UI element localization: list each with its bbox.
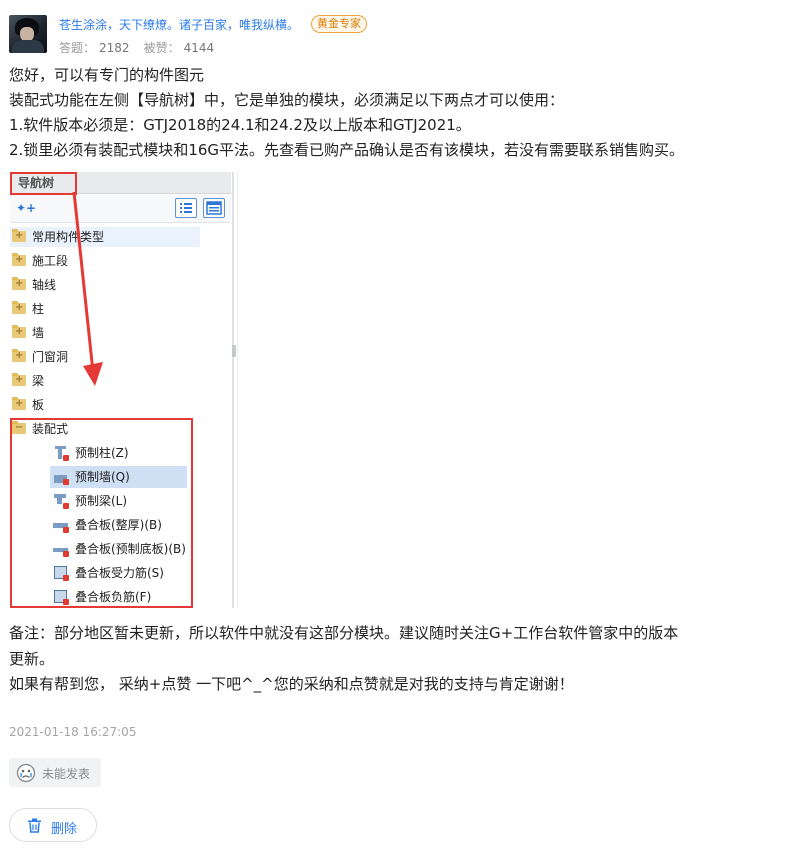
answer-line: 2.锁里必须有装配式模块和16G平法。先查看已购产品确认是否有该模块，若没有需要… — [9, 141, 685, 159]
tree-item: + 板 — [10, 395, 200, 415]
folder-icon: + — [12, 277, 26, 290]
highlight-box-assembly — [10, 418, 193, 608]
crying-face-icon — [16, 763, 36, 783]
likes-label: 被赞： — [143, 41, 180, 55]
trash-icon — [28, 818, 41, 833]
panel-view-icon — [203, 198, 225, 218]
author-name[interactable]: 苍生涂涂，天下缭燎。诸子百家，唯我纵横。 — [59, 16, 299, 33]
likes-count: 4144 — [183, 41, 215, 55]
author-stats: 答题： 2182 被赞： 4144 — [59, 39, 228, 56]
answers-label: 答题： — [59, 41, 96, 55]
nav-tree-toolbar: ✦+ — [10, 195, 231, 223]
panel-divider — [232, 172, 234, 608]
folder-icon: + — [12, 229, 26, 242]
folder-icon: + — [12, 373, 26, 386]
scrollbar-thumb — [232, 345, 236, 357]
unable-publish-button[interactable]: 未能发表 — [9, 758, 101, 787]
answer-line: 装配式功能在左侧【导航树】中，它是单独的模块，必须满足以下两点才可以使用： — [9, 91, 565, 109]
avatar[interactable] — [9, 15, 47, 53]
answer-line: 您好，可以有专门的构件图元 — [9, 66, 205, 84]
unable-publish-label: 未能发表 — [42, 767, 91, 781]
answers-count: 2182 — [99, 41, 130, 55]
list-view-icon — [175, 198, 197, 218]
panel-divider — [237, 172, 238, 608]
answer-line: 1.软件版本必须是：GTJ2018的24.1和24.2及以上版本和GTJ2021… — [9, 116, 471, 134]
answer-timestamp: 2021-01-18 16:27:05 — [9, 725, 137, 739]
folder-icon: + — [12, 325, 26, 338]
folder-icon: + — [12, 253, 26, 266]
red-arrow-icon — [72, 191, 103, 386]
answer-author-header: 苍生涂涂，天下缭燎。诸子百家，唯我纵横。 黄金专家 答题： 2182 被赞： 4144 — [9, 15, 769, 55]
folder-icon: + — [12, 301, 26, 314]
note-line: 如果有帮到您， 采纳+点赞 一下吧^_^您的采纳和点赞就是对我的支持与肯定谢谢！ — [9, 675, 574, 693]
note-line: 备注：部分地区暂未更新，所以软件中就没有这部分模块。建议随时关注G+工作台软件管… — [9, 624, 679, 642]
add-sparkle-icon: ✦+ — [16, 201, 37, 215]
note-line: 更新。 — [9, 650, 55, 668]
delete-label: 删除 — [51, 822, 78, 837]
folder-icon: + — [12, 397, 26, 410]
expert-badge: 黄金专家 — [311, 15, 367, 33]
delete-button[interactable]: 删除 — [9, 808, 97, 842]
folder-icon: + — [12, 349, 26, 362]
